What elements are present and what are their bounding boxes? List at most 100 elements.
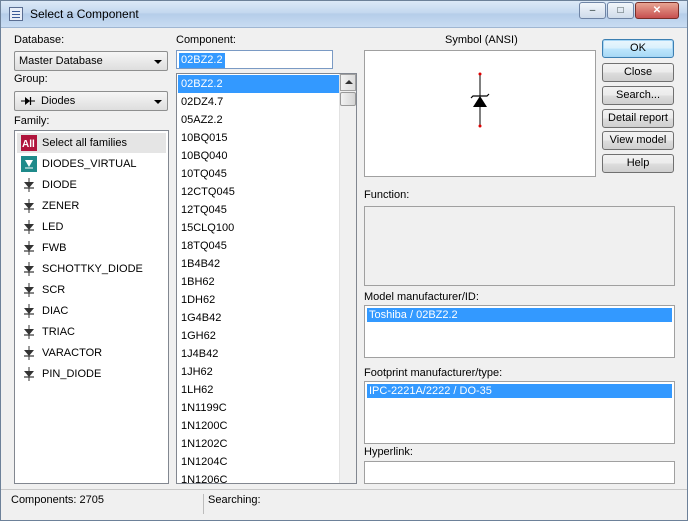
model-row[interactable]: Toshiba / 02BZ2.2 [367,308,672,322]
component-item[interactable]: 1J4B42 [178,345,339,363]
component-item[interactable]: 02DZ4.7 [178,93,339,111]
component-count: Components: 2705 [11,494,104,506]
component-item[interactable]: 10TQ045 [178,165,339,183]
all-families-icon: All [21,135,37,151]
component-label: Component: [176,34,236,46]
component-item[interactable]: 1BH62 [178,273,339,291]
diode-icon [21,177,37,193]
chevron-down-icon [154,60,162,64]
family-item[interactable]: SCHOTTKY_DIODE [17,259,166,279]
family-item-label: DIODE [42,179,77,191]
group-value: Diodes [41,95,76,107]
diac-icon [21,303,37,319]
virtual-diode-icon [21,156,37,172]
family-item-label: VARACTOR [42,347,103,359]
hyperlink-field[interactable] [364,461,675,484]
schottky-icon [21,261,37,277]
component-item[interactable]: 05AZ2.2 [178,111,339,129]
search-button[interactable]: Search... [602,86,674,105]
family-item-label: PIN_DIODE [42,368,102,380]
family-item-label: FWB [42,242,67,254]
group-label: Group: [14,73,48,85]
component-item[interactable]: 1DH62 [178,291,339,309]
component-item[interactable]: 10BQ015 [178,129,339,147]
hyperlink-label: Hyperlink: [364,446,413,458]
family-item[interactable]: TRIAC [17,322,166,342]
component-item[interactable]: 1G4B42 [178,309,339,327]
help-button[interactable]: Help [602,154,674,173]
scroll-thumb[interactable] [340,92,356,106]
searching-status: Searching: [208,494,261,506]
family-item[interactable]: DIAC [17,301,166,321]
family-item[interactable]: ZENER [17,196,166,216]
component-item[interactable]: 10BQ040 [178,147,339,165]
symbol-label: Symbol (ANSI) [445,34,518,46]
pin-diode-icon [21,366,37,382]
component-item[interactable]: 12TQ045 [178,201,339,219]
varactor-icon [21,345,37,361]
family-item[interactable]: VARACTOR [17,343,166,363]
scroll-up-button[interactable] [340,74,356,91]
database-value: Master Database [19,55,103,67]
function-panel [364,206,675,286]
footprint-row[interactable]: IPC-2221A/2222 / DO-35 [367,384,672,398]
model-label: Model manufacturer/ID: [364,291,479,303]
family-item-label: ZENER [42,200,80,212]
family-label: Family: [14,115,50,127]
component-scrollbar[interactable] [339,74,356,483]
arrow-up-icon [345,80,353,84]
app-icon [9,7,23,21]
database-label: Database: [14,34,65,46]
led-icon [21,219,37,235]
detail-report-button[interactable]: Detail report [602,109,674,128]
component-item[interactable]: 1GH62 [178,327,339,345]
component-item[interactable]: 1JH62 [178,363,339,381]
family-item[interactable]: DIODES_VIRTUAL [17,154,166,174]
family-item-label: DIAC [42,305,69,317]
family-item-label: SCHOTTKY_DIODE [42,263,143,275]
family-item[interactable]: DIODE [17,175,166,195]
family-item-label: Select all families [42,137,127,149]
family-item[interactable]: SCR [17,280,166,300]
footprint-list[interactable]: IPC-2221A/2222 / DO-35 [364,381,675,444]
component-input-value: 02BZ2.2 [179,53,225,68]
close-icon[interactable]: ✕ [635,2,679,19]
close-button[interactable]: Close [602,63,674,82]
family-item-label: DIODES_VIRTUAL [42,158,137,170]
model-list[interactable]: Toshiba / 02BZ2.2 [364,305,675,358]
database-dropdown[interactable]: Master Database [14,51,168,71]
family-item[interactable]: FWB [17,238,166,258]
component-item[interactable]: 1N1200C [178,417,339,435]
view-model-button[interactable]: View model [602,131,674,150]
component-item[interactable]: 1LH62 [178,381,339,399]
select-component-dialog: Select a Component – □ ✕ Database: Maste… [0,0,688,521]
component-item[interactable]: 1N1204C [178,453,339,471]
group-dropdown[interactable]: Diodes [14,91,168,111]
component-item[interactable]: 1N1199C [178,399,339,417]
family-item[interactable]: PIN_DIODE [17,364,166,384]
component-item[interactable]: 12CTQ045 [178,183,339,201]
component-list[interactable]: 02BZ2.2 02DZ4.7 05AZ2.2 10BQ015 10BQ040 10TQ0… [176,73,357,484]
family-item-label: LED [42,221,64,233]
triac-icon [21,324,37,340]
family-item[interactable]: LED [17,217,166,237]
minimize-icon[interactable]: – [579,2,606,19]
svg-text:All: All [22,139,35,150]
component-search-input[interactable]: 02BZ2.2 [176,50,333,69]
function-label: Function: [364,189,410,201]
window-title: Select a Component [30,7,139,21]
chevron-down-icon [154,100,162,104]
component-item[interactable]: 1N1206C [178,471,339,483]
ok-button[interactable]: OK [602,39,674,58]
component-item[interactable]: 1N1202C [178,435,339,453]
status-bar: Components: 2705 Searching: [1,489,687,520]
family-list[interactable]: All Select all families DIODES_VIRTUAL DIOD… [14,130,169,484]
component-item[interactable]: 15CLQ100 [178,219,339,237]
scr-icon [21,282,37,298]
component-item[interactable]: 1B4B42 [178,255,339,273]
component-item[interactable]: 18TQ045 [178,237,339,255]
component-item[interactable]: 02BZ2.2 [178,75,339,93]
family-item[interactable]: All Select all families [17,133,166,153]
title-bar[interactable]: Select a Component – □ ✕ [1,1,687,28]
maximize-icon[interactable]: □ [607,2,634,19]
